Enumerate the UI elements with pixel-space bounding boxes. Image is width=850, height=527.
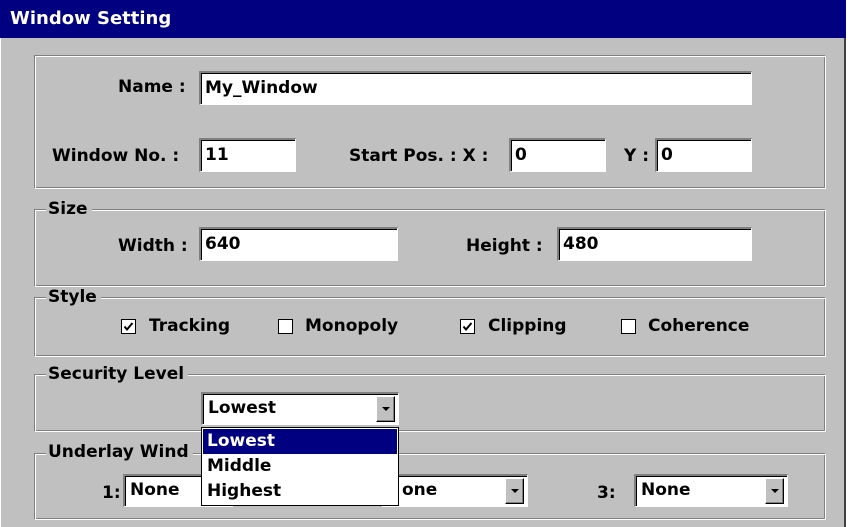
tracking-checkbox[interactable]	[121, 319, 136, 334]
underlay-2-value: one	[402, 480, 438, 500]
title-bar[interactable]: Window Setting	[0, 0, 846, 38]
security-level-dropdown-button[interactable]	[376, 396, 395, 422]
coherence-checkbox[interactable]	[621, 319, 636, 334]
clipping-checkbox[interactable]	[460, 319, 475, 334]
dropdown-option-highest[interactable]: Highest	[203, 479, 397, 504]
height-field[interactable]: 480	[557, 227, 752, 261]
name-label: Name :	[118, 77, 186, 97]
underlay-2-select[interactable]: one	[380, 474, 528, 507]
check-mark-icon	[462, 322, 473, 332]
size-legend: Size	[46, 199, 92, 219]
chevron-down-icon	[771, 489, 779, 493]
start-y-field[interactable]: 0	[655, 138, 752, 172]
start-y-label: Y :	[624, 146, 650, 166]
security-level-dropdown-list: Lowest Middle Highest	[201, 427, 399, 506]
security-level-value: Lowest	[208, 398, 276, 418]
tracking-label[interactable]: Tracking	[149, 315, 230, 337]
chevron-down-icon	[382, 407, 390, 411]
window-setting-dialog: Window Setting Name : My_Window Window N…	[0, 0, 846, 527]
underlay-1-value: None	[130, 480, 180, 500]
window-title: Window Setting	[10, 8, 172, 29]
start-x-field[interactable]: 0	[509, 138, 606, 172]
underlay-3-dropdown-button[interactable]	[765, 478, 784, 504]
security-level-legend: Security Level	[46, 364, 189, 384]
underlay-3-label: 3:	[597, 483, 616, 503]
underlay-3-value: None	[641, 480, 691, 500]
start-pos-x-label: Start Pos. : X :	[349, 146, 489, 166]
name-field[interactable]: My_Window	[199, 71, 752, 105]
dropdown-option-lowest[interactable]: Lowest	[203, 429, 397, 454]
style-legend: Style	[46, 287, 101, 307]
width-field[interactable]: 640	[199, 227, 398, 261]
monopoly-checkbox[interactable]	[278, 319, 293, 334]
height-label: Height :	[466, 236, 543, 256]
underlay-3-select[interactable]: None	[634, 474, 788, 507]
window-no-field[interactable]: 11	[199, 138, 296, 172]
security-level-select[interactable]: Lowest	[201, 392, 399, 425]
underlay-window-legend: Underlay Wind	[46, 442, 193, 462]
width-label: Width :	[118, 236, 188, 256]
check-mark-icon	[123, 322, 134, 332]
chevron-down-icon	[511, 489, 519, 493]
clipping-label[interactable]: Clipping	[488, 315, 567, 337]
coherence-label[interactable]: Coherence	[648, 315, 749, 337]
monopoly-label[interactable]: Monopoly	[305, 315, 398, 337]
dropdown-option-middle[interactable]: Middle	[203, 454, 397, 479]
underlay-2-dropdown-button[interactable]	[505, 478, 524, 504]
window-no-label: Window No. :	[52, 146, 180, 166]
underlay-1-label: 1:	[102, 483, 121, 503]
